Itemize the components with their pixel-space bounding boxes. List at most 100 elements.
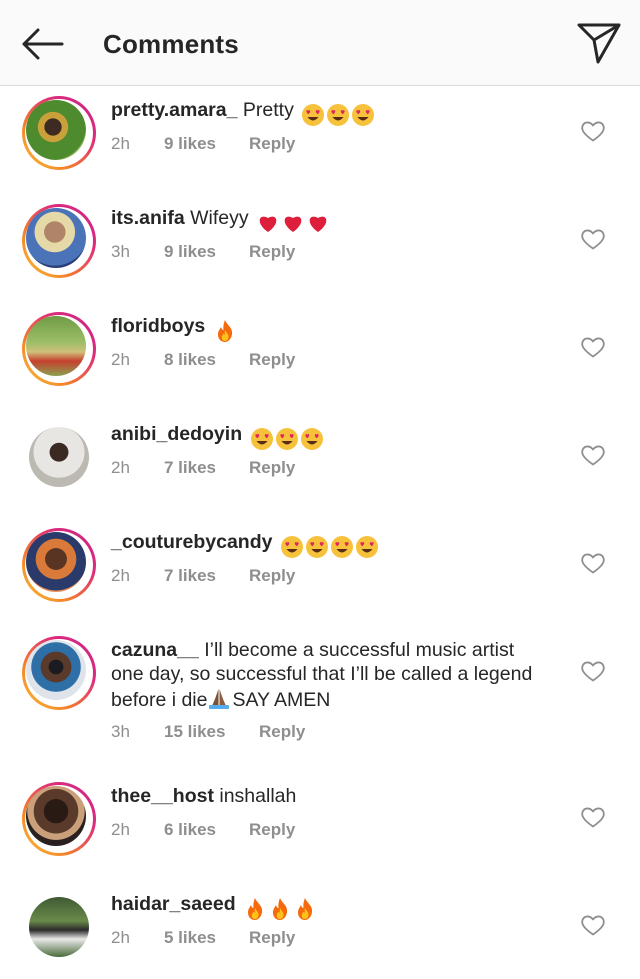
- page-title: Comments: [103, 29, 239, 59]
- heart-eyes-emoji-icon: [275, 427, 299, 451]
- avatar[interactable]: [22, 312, 96, 386]
- heart-eyes-emoji-icon: [355, 535, 379, 559]
- heart-eyes-emoji-icon: [351, 103, 375, 127]
- comment-text: thee__host inshallah: [111, 784, 559, 808]
- avatar-image: [26, 208, 86, 268]
- comment-time: 2h: [111, 134, 130, 153]
- folded-hands-emoji-icon: [207, 686, 231, 710]
- like-heart-icon[interactable]: [580, 443, 606, 467]
- share-button[interactable]: [574, 20, 624, 66]
- likes-count[interactable]: 7 likes: [164, 458, 216, 478]
- comment-username[interactable]: cazuna__: [111, 639, 199, 661]
- like-heart-icon[interactable]: [580, 335, 606, 359]
- reply-button[interactable]: Reply: [249, 820, 295, 840]
- likes-count[interactable]: 7 likes: [164, 566, 216, 586]
- comment-item: floridboys 2h 8 likes Reply: [0, 302, 640, 410]
- reply-button[interactable]: Reply: [249, 566, 295, 586]
- red-heart-emoji-icon: [281, 211, 305, 235]
- top-bar: Comments: [0, 0, 640, 86]
- avatar-image: [26, 532, 86, 592]
- avatar[interactable]: [22, 528, 96, 602]
- like-heart-icon[interactable]: [580, 805, 606, 829]
- avatar[interactable]: [22, 890, 96, 964]
- reply-button[interactable]: Reply: [259, 722, 305, 742]
- reply-button[interactable]: Reply: [249, 350, 295, 370]
- avatar-image: [26, 316, 86, 376]
- comment-text: haidar_saeed: [111, 892, 559, 921]
- comment-username[interactable]: its.anifa: [111, 207, 185, 229]
- comment-text: _couturebycandy: [111, 530, 559, 559]
- likes-count[interactable]: 8 likes: [164, 350, 216, 370]
- avatar[interactable]: [22, 636, 96, 710]
- comment-body: Wifeyy: [190, 207, 249, 229]
- comment-text: its.anifa Wifeyy: [111, 206, 559, 235]
- fire-emoji-icon: [268, 897, 292, 921]
- comment-time: 3h: [111, 722, 130, 741]
- likes-count[interactable]: 15 likes: [164, 722, 225, 742]
- comment-item: haidar_saeed 2h 5 likes Reply: [0, 890, 640, 979]
- like-heart-icon[interactable]: [580, 227, 606, 251]
- heart-eyes-emoji-icon: [301, 103, 325, 127]
- comment-username[interactable]: haidar_saeed: [111, 893, 236, 915]
- heart-eyes-emoji-icon: [300, 427, 324, 451]
- emoji-group: [301, 102, 376, 127]
- red-heart-emoji-icon: [306, 211, 330, 235]
- comment-item: thee__host inshallah 2h 6 likes Reply: [0, 782, 640, 890]
- likes-count[interactable]: 6 likes: [164, 820, 216, 840]
- red-heart-emoji-icon: [256, 211, 280, 235]
- comment-time: 2h: [111, 928, 130, 947]
- avatar[interactable]: [22, 420, 96, 494]
- likes-count[interactable]: 9 likes: [164, 134, 216, 154]
- emoji-group: [256, 210, 331, 235]
- fire-emoji-icon: [243, 897, 267, 921]
- comment-username[interactable]: floridboys: [111, 315, 205, 337]
- heart-eyes-emoji-icon: [326, 103, 350, 127]
- fire-emoji-icon: [293, 897, 317, 921]
- avatar-image: [29, 427, 89, 487]
- comment-text: anibi_dedoyin: [111, 422, 559, 451]
- like-heart-icon[interactable]: [580, 551, 606, 575]
- heart-eyes-emoji-icon: [250, 427, 274, 451]
- reply-button[interactable]: Reply: [249, 134, 295, 154]
- likes-count[interactable]: 5 likes: [164, 928, 216, 948]
- reply-button[interactable]: Reply: [249, 242, 295, 262]
- avatar[interactable]: [22, 96, 96, 170]
- comment-time: 2h: [111, 566, 130, 585]
- comment-time: 2h: [111, 350, 130, 369]
- likes-count[interactable]: 9 likes: [164, 242, 216, 262]
- avatar-image: [26, 786, 86, 846]
- avatar-image: [26, 100, 86, 160]
- like-heart-icon[interactable]: [580, 119, 606, 143]
- comment-username[interactable]: thee__host: [111, 785, 214, 807]
- avatar[interactable]: [22, 204, 96, 278]
- comment-username[interactable]: _couturebycandy: [111, 531, 272, 553]
- back-button[interactable]: [16, 24, 68, 64]
- like-heart-icon[interactable]: [580, 659, 606, 683]
- comment-item: pretty.amara_ Pretty 2h 9 likes Reply: [0, 86, 640, 194]
- comment-time: 3h: [111, 242, 130, 261]
- comment-time: 2h: [111, 458, 130, 477]
- comment-username[interactable]: pretty.amara_: [111, 99, 237, 121]
- comment-item: cazuna__ I’ll become a successful music …: [0, 626, 640, 782]
- comment-username[interactable]: anibi_dedoyin: [111, 423, 242, 445]
- avatar[interactable]: [22, 782, 96, 856]
- reply-button[interactable]: Reply: [249, 928, 295, 948]
- heart-eyes-emoji-icon: [305, 535, 329, 559]
- fire-emoji-icon: [213, 319, 237, 343]
- comment-body: inshallah: [219, 785, 297, 807]
- comment-body-line-1: I’ll become a successful music artist: [204, 639, 515, 661]
- like-heart-icon[interactable]: [580, 913, 606, 937]
- comment-text: floridboys: [111, 314, 559, 343]
- emoji-group: [250, 426, 325, 451]
- comment-body-line-2: one day, so successful that I’ll be call…: [111, 663, 533, 685]
- emoji-group: [213, 318, 238, 343]
- avatar-image: [26, 640, 86, 700]
- comment-body-line-3b: SAY AMEN: [232, 689, 331, 711]
- comment-item: _couturebycandy 2h 7 likes Reply: [0, 518, 640, 626]
- paper-plane-icon: [574, 23, 624, 70]
- comment-item: anibi_dedoyin 2h 7 likes Reply: [0, 410, 640, 518]
- emoji-group: [280, 534, 380, 559]
- comment-body: Pretty: [242, 99, 294, 121]
- emoji-group: [243, 896, 318, 921]
- reply-button[interactable]: Reply: [249, 458, 295, 478]
